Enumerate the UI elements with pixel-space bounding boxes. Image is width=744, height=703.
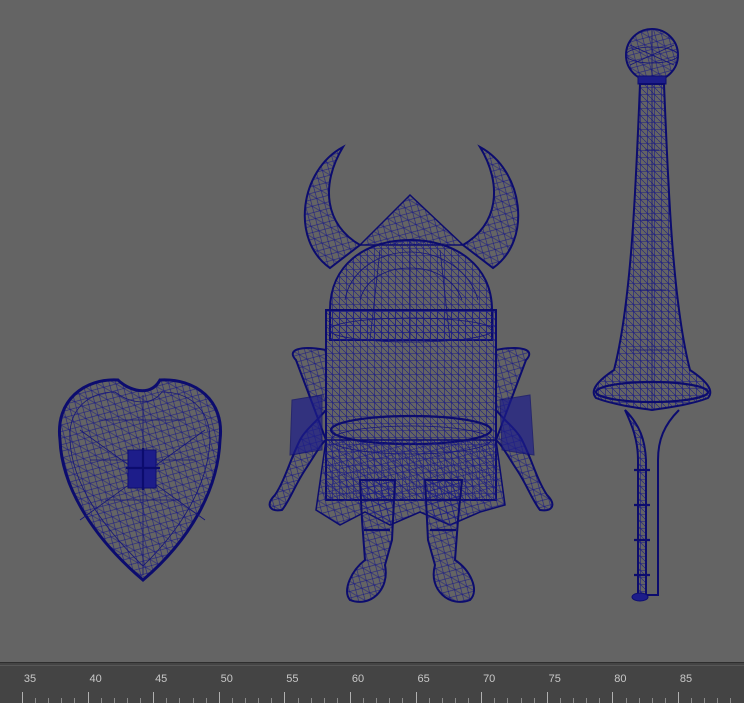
timeline-minor-tick xyxy=(100,698,102,703)
timeline-major-tick xyxy=(415,692,417,703)
timeline-minor-tick xyxy=(494,698,496,703)
timeline-minor-tick xyxy=(730,698,732,703)
timeline-minor-tick xyxy=(166,698,168,703)
timeline-minor-tick xyxy=(48,698,50,703)
timeline-frame-label: 40 xyxy=(89,673,102,685)
timeline-minor-tick xyxy=(638,698,640,703)
time-slider[interactable]: 35 40 45 50 55 60 65 70 75 80 85 xyxy=(0,662,744,703)
timeline-minor-tick xyxy=(323,698,325,703)
timeline-minor-tick xyxy=(573,698,575,703)
timeline-minor-tick xyxy=(507,698,509,703)
timeline-major-tick xyxy=(284,692,286,703)
timeline-minor-tick xyxy=(205,698,207,703)
shield-wireframe[interactable] xyxy=(57,378,223,582)
timeline-major-tick xyxy=(678,692,679,703)
timeline-minor-tick xyxy=(376,698,378,703)
timeline-minor-tick xyxy=(402,698,404,703)
timeline-major-tick xyxy=(153,692,155,703)
timeline-minor-tick xyxy=(271,698,273,703)
timeline-major-tick xyxy=(612,692,614,703)
timeline-minor-tick xyxy=(454,698,456,703)
timeline-minor-tick xyxy=(245,698,247,703)
timeline-frame-label: 80 xyxy=(614,673,627,685)
timeline-frame-label: 50 xyxy=(220,673,233,685)
timeline-minor-tick xyxy=(664,698,666,703)
timeline-minor-tick xyxy=(231,698,233,703)
timeline-major-tick xyxy=(350,692,351,703)
timeline-frame-label: 35 xyxy=(23,673,37,685)
timeline-minor-tick xyxy=(599,698,601,703)
timeline-minor-tick xyxy=(691,698,693,703)
knight-wireframe[interactable] xyxy=(268,144,554,603)
timeline-major-tick xyxy=(87,692,89,703)
timeline-frame-label: 55 xyxy=(286,673,299,685)
timeline-major-tick xyxy=(22,692,23,703)
timeline-major-tick xyxy=(481,692,483,703)
timeline-minor-tick xyxy=(389,698,391,703)
timeline-minor-tick xyxy=(113,698,115,703)
timeline-frame-label: 45 xyxy=(155,673,168,685)
timeline-minor-tick xyxy=(61,698,63,703)
time-slider-border xyxy=(0,665,744,666)
timeline-minor-tick xyxy=(258,698,260,703)
timeline-minor-tick xyxy=(35,698,37,703)
timeline-frame-label: 75 xyxy=(548,673,561,685)
timeline-minor-tick xyxy=(126,698,128,703)
timeline-frame-label: 60 xyxy=(351,673,365,685)
timeline-minor-tick xyxy=(651,698,653,703)
timeline-minor-tick xyxy=(559,698,561,703)
timeline-minor-tick xyxy=(363,698,365,703)
timeline-minor-tick xyxy=(704,698,706,703)
sword-wireframe[interactable] xyxy=(592,28,712,602)
timeline-major-tick xyxy=(218,692,220,703)
3d-viewport[interactable] xyxy=(0,0,744,662)
timeline-minor-tick xyxy=(533,698,535,703)
timeline-minor-tick xyxy=(297,698,299,703)
timeline-minor-tick xyxy=(468,698,470,703)
timeline-minor-tick xyxy=(310,698,312,703)
timeline-minor-tick xyxy=(717,698,719,703)
timeline-minor-tick xyxy=(520,698,522,703)
timeline-minor-tick xyxy=(192,698,194,703)
timeline-minor-tick xyxy=(428,698,430,703)
timeline-minor-tick xyxy=(74,698,76,703)
timeline-minor-tick xyxy=(179,698,181,703)
timeline-minor-tick xyxy=(586,698,588,703)
timeline-minor-tick xyxy=(441,698,443,703)
timeline-frame-label: 65 xyxy=(417,673,430,685)
timeline-frame-label: 70 xyxy=(483,673,496,685)
timeline-major-tick xyxy=(546,692,548,703)
timeline-minor-tick xyxy=(140,698,142,703)
timeline-minor-tick xyxy=(625,698,627,703)
timeline-minor-tick xyxy=(336,698,338,703)
timeline-frame-label: 85 xyxy=(679,673,693,685)
